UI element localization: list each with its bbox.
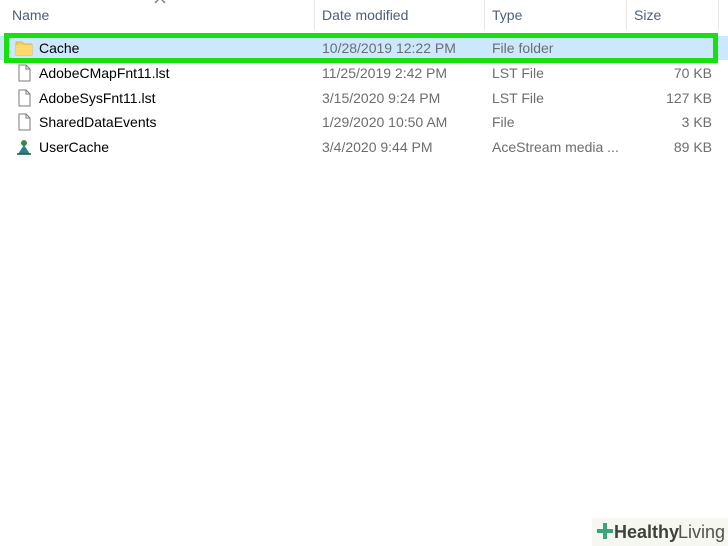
highlight-box: [4, 33, 718, 63]
column-header-size[interactable]: Size: [628, 0, 718, 32]
column-header-type[interactable]: Type: [486, 0, 624, 32]
file-row-adobecmapfnt11[interactable]: AdobeCMapFnt11.lst 11/25/2019 2:42 PM LS…: [0, 61, 728, 85]
column-header-date-modified[interactable]: Date modified: [316, 0, 484, 32]
file-type: LST File: [492, 90, 544, 106]
file-name: AdobeCMapFnt11.lst: [39, 65, 170, 81]
plus-logo-icon: [597, 523, 613, 539]
file-type: File: [492, 114, 515, 130]
column-header-bar: Name Date modified Type Size: [0, 0, 728, 32]
file-size: 3 KB: [681, 114, 712, 130]
file-size: 127 KB: [666, 90, 712, 106]
file-date-modified: 11/25/2019 2:42 PM: [322, 65, 448, 81]
file-type: AceStream media ...: [492, 139, 619, 155]
document-icon: [18, 113, 31, 131]
document-icon: [18, 64, 31, 82]
file-date-modified: 3/4/2020 9:44 PM: [322, 139, 433, 155]
watermark-brand-light: Living: [678, 522, 726, 542]
file-type: LST File: [492, 65, 544, 81]
file-size: 70 KB: [673, 65, 712, 81]
file-name: SharedDataEvents: [39, 114, 157, 130]
file-date-modified: 3/15/2020 9:24 PM: [322, 90, 441, 106]
watermark-brand-bold: Healthy: [614, 522, 680, 542]
file-row-adobesysfnt11[interactable]: AdobeSysFnt11.lst 3/15/2020 9:24 PM LST …: [0, 86, 728, 110]
file-size: 89 KB: [673, 139, 712, 155]
file-name: UserCache: [39, 139, 110, 155]
acestream-icon: [17, 140, 31, 155]
document-icon: [18, 89, 31, 107]
column-divider[interactable]: [626, 0, 627, 30]
column-divider[interactable]: [718, 0, 719, 30]
column-divider[interactable]: [314, 0, 315, 30]
column-header-name[interactable]: Name: [6, 0, 312, 32]
column-divider[interactable]: [484, 0, 485, 30]
file-row-usercache[interactable]: UserCache 3/4/2020 9:44 PM AceStream med…: [0, 135, 728, 159]
healthy-living-watermark: Healthy Living: [592, 518, 728, 546]
file-row-shareddataevents[interactable]: SharedDataEvents 1/29/2020 10:50 AM File…: [0, 110, 728, 134]
file-date-modified: 1/29/2020 10:50 AM: [322, 114, 448, 130]
file-name: AdobeSysFnt11.lst: [39, 90, 156, 106]
